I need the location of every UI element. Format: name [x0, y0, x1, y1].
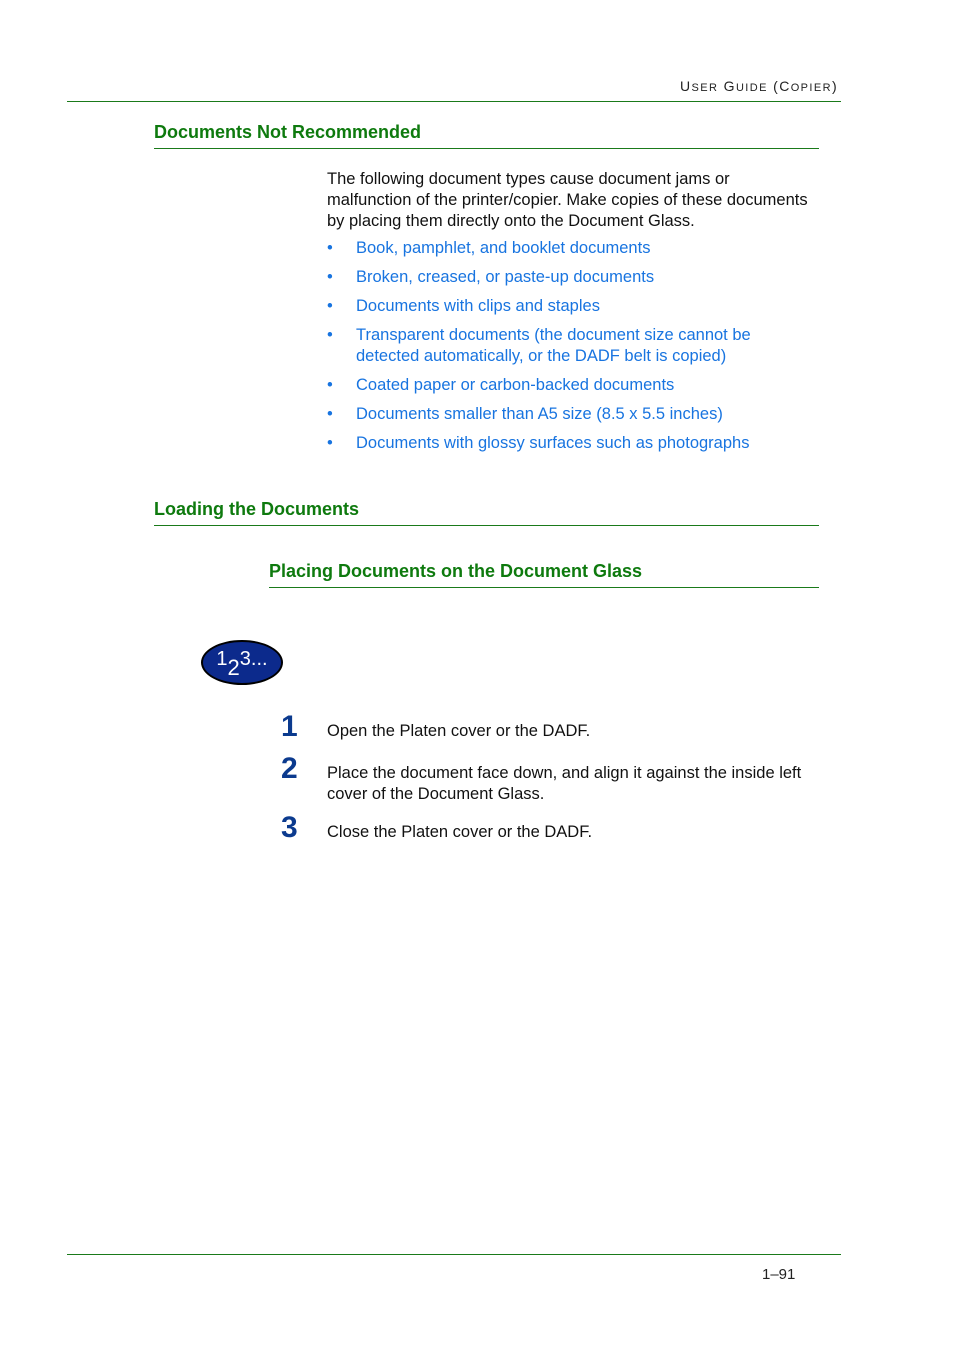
list-item: • Book, pamphlet, and booklet documents — [327, 238, 847, 259]
step-text: Close the Platen cover or the DADF. — [327, 822, 847, 843]
step-number: 1 — [281, 710, 298, 743]
list-item-text: Documents with clips and staples — [356, 297, 600, 315]
list-item-text: Book, pamphlet, and booklet documents — [356, 239, 651, 257]
list-item: • Documents with clips and staples — [327, 296, 847, 317]
bullet-icon: • — [327, 239, 333, 257]
intro-line: by placing them directly onto the Docume… — [327, 212, 695, 230]
list-item-text: detected automatically, or the DADF belt… — [356, 347, 727, 365]
bullet-icon: • — [327, 376, 333, 394]
list-item: • Transparent documents (the document siz… — [327, 325, 847, 367]
intro-paragraph: The following document types cause docum… — [327, 169, 847, 232]
running-head-text: G — [723, 78, 736, 94]
procedure-icon-digit: 3... — [239, 648, 268, 670]
step-text: Place the document face down, and align … — [327, 763, 847, 805]
bullet-icon: • — [327, 405, 333, 423]
step-number: 3 — [281, 811, 298, 844]
running-head-text: opier — [790, 82, 832, 94]
running-head-text: U — [680, 78, 692, 94]
procedure-icon-digit: 1 — [216, 648, 228, 670]
bullet-icon: • — [327, 326, 333, 344]
list-item-text: Broken, creased, or paste-up documents — [356, 268, 655, 286]
footer-divider — [67, 1254, 841, 1255]
step-line: Close the Platen cover or the DADF. — [327, 823, 593, 841]
intro-line: The following document types cause docum… — [327, 170, 730, 188]
list-item: • Documents with glossy surfaces such as … — [327, 433, 847, 454]
subheading-rule — [269, 587, 819, 588]
running-head-text: uide — [735, 82, 768, 94]
list-item: • Broken, creased, or paste-up documents — [327, 267, 847, 288]
running-head-text: ser — [691, 82, 719, 94]
section-heading-rule — [154, 148, 819, 149]
procedure-icon-digit: 2 — [227, 654, 240, 680]
running-head-text: C — [779, 78, 791, 94]
section-heading-rule — [154, 525, 819, 526]
bullet-icon: • — [327, 297, 333, 315]
subheading-placing-documents: Placing Documents on the Document Glass — [269, 561, 643, 581]
section-heading-loading-documents: Loading the Documents — [154, 499, 360, 519]
list-item-text: Transparent documents (the document size… — [356, 326, 751, 344]
list-item: • Coated paper or carbon-backed documents — [327, 375, 847, 396]
running-head: User Guide (Copier) — [680, 78, 838, 94]
intro-line: malfunction of the printer/copier. Make … — [327, 191, 808, 209]
not-recommended-list: • Book, pamphlet, and booklet documents •… — [327, 238, 847, 462]
step-line: Open the Platen cover or the DADF. — [327, 722, 591, 740]
step-number: 2 — [281, 752, 298, 785]
list-item: • Documents smaller than A5 size (8.5 x 5… — [327, 404, 847, 425]
bullet-icon: • — [327, 434, 333, 452]
running-head-text: ) — [831, 78, 838, 94]
page-number: 1–91 — [762, 1266, 796, 1283]
step-line: cover of the Document Glass. — [327, 785, 545, 803]
step-line: Place the document face down, and align … — [327, 764, 802, 782]
step-text: Open the Platen cover or the DADF. — [327, 721, 847, 742]
procedure-steps-icon: 1 2 3... — [201, 640, 283, 685]
list-item-text: Documents smaller than A5 size (8.5 x 5.… — [356, 405, 723, 423]
bullet-icon: • — [327, 268, 333, 286]
section-heading-documents-not-recommended: Documents Not Recommended — [154, 122, 422, 142]
list-item-text: Documents with glossy surfaces such as p… — [356, 434, 750, 452]
header-divider — [67, 101, 841, 102]
list-item-text: Coated paper or carbon-backed documents — [356, 376, 675, 394]
